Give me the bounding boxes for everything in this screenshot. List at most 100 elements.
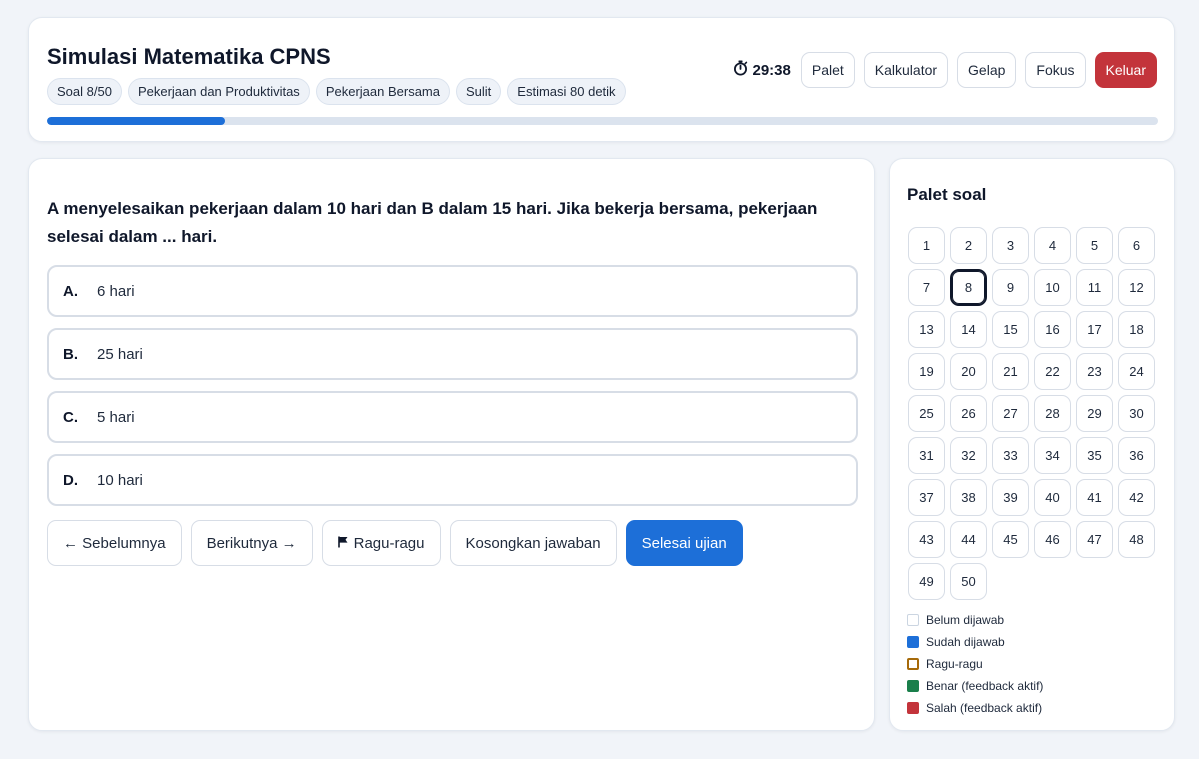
clear-answer-button[interactable]: Kosongkan jawaban: [449, 520, 617, 566]
question-navigation: ← Sebelumnya Berikutnya → Ragu-ragu Koso…: [47, 520, 743, 566]
timer-text: 29:38: [752, 61, 791, 79]
palette-question-button[interactable]: 7: [908, 269, 945, 306]
option-text: 5 hari: [97, 408, 135, 426]
calculator-button[interactable]: Kalkulator: [863, 52, 949, 88]
palette-question-button[interactable]: 26: [950, 395, 987, 432]
palette-question-button[interactable]: 16: [1034, 311, 1071, 348]
legend-swatch: [907, 680, 919, 692]
palette-question-button[interactable]: 49: [908, 563, 945, 600]
previous-button[interactable]: ← Sebelumnya: [47, 520, 182, 566]
palette-question-button[interactable]: 4: [1034, 227, 1071, 264]
palette-question-button[interactable]: 10: [1034, 269, 1071, 306]
palette-question-button[interactable]: 23: [1076, 353, 1113, 390]
doubt-button-label: Ragu-ragu: [353, 534, 425, 552]
palette-question-button[interactable]: 31: [908, 437, 945, 474]
topic-chip: Pekerjaan dan Produktivitas: [127, 78, 310, 105]
flag-icon: [337, 535, 348, 552]
palette-question-button[interactable]: 33: [992, 437, 1029, 474]
palette-question-button[interactable]: 44: [950, 521, 987, 558]
option-d[interactable]: D. 10 hari: [47, 454, 858, 506]
palette-question-button[interactable]: 37: [908, 479, 945, 516]
palette-question-button[interactable]: 36: [1118, 437, 1155, 474]
palette-grid: 1 2 3 4 5 6 7 8 9 10 11 12 13 14 15 16 17 18 19 20 21 22 23 24 2…: [908, 227, 1155, 600]
palette-question-button[interactable]: 24: [1118, 353, 1155, 390]
palette-question-button[interactable]: 45: [992, 521, 1029, 558]
palette-question-button[interactable]: 27: [992, 395, 1029, 432]
exit-button[interactable]: Keluar: [1094, 52, 1157, 88]
legend-swatch: [907, 658, 919, 670]
palette-question-button[interactable]: 35: [1076, 437, 1113, 474]
question-text: A menyelesaikan pekerjaan dalam 10 hari …: [47, 199, 818, 246]
palette-question-button[interactable]: 1: [908, 227, 945, 264]
palette-question-button[interactable]: 11: [1076, 269, 1113, 306]
progress-bar-fill: [47, 117, 225, 125]
palette-question-button[interactable]: 3: [992, 227, 1029, 264]
option-letter: C.: [63, 408, 78, 426]
option-text: 10 hari: [97, 471, 143, 489]
legend-label: Sudah dijawab: [926, 635, 1005, 649]
palette-question-button[interactable]: 21: [992, 353, 1029, 390]
palette-question-button[interactable]: 38: [950, 479, 987, 516]
legend-item: Salah (feedback aktif): [907, 697, 1043, 719]
palette-legend: Belum dijawab Sudah dijawab Ragu-ragu Benar…: [907, 609, 1043, 719]
palette-question-button[interactable]: 30: [1118, 395, 1155, 432]
time-estimate-chip: Estimasi 80 detik: [507, 78, 626, 105]
palette-question-button[interactable]: 9: [992, 269, 1029, 306]
header-actions: 29:38 Palet Kalkulator Gelap Fokus Kelua…: [733, 52, 1157, 88]
legend-label: Benar (feedback aktif): [926, 679, 1044, 693]
stopwatch-icon: [733, 60, 748, 81]
option-letter: D.: [63, 471, 78, 489]
exam-header: Simulasi Matematika CPNS Soal 8/50 Peker…: [28, 17, 1175, 142]
palette-question-button[interactable]: 2: [950, 227, 987, 264]
palette-question-button[interactable]: 28: [1034, 395, 1071, 432]
palette-question-button[interactable]: 17: [1076, 311, 1113, 348]
palette-question-button[interactable]: 41: [1076, 479, 1113, 516]
palette-question-button[interactable]: 32: [950, 437, 987, 474]
palette-question-button[interactable]: 25: [908, 395, 945, 432]
finish-exam-button[interactable]: Selesai ujian: [625, 520, 743, 566]
dark-mode-button[interactable]: Gelap: [957, 52, 1017, 88]
palette-question-button[interactable]: 47: [1076, 521, 1113, 558]
doubt-button[interactable]: Ragu-ragu: [321, 520, 441, 566]
legend-label: Salah (feedback aktif): [926, 701, 1043, 715]
palette-question-button[interactable]: 42: [1118, 479, 1155, 516]
option-a[interactable]: A. 6 hari: [47, 265, 858, 317]
palette-button[interactable]: Palet: [800, 52, 855, 88]
option-c[interactable]: C. 5 hari: [47, 391, 858, 443]
palette-question-button[interactable]: 8: [950, 269, 987, 306]
palette-question-button[interactable]: 48: [1118, 521, 1155, 558]
palette-question-button[interactable]: 19: [908, 353, 945, 390]
option-text: 6 hari: [97, 282, 135, 300]
palette-question-button[interactable]: 5: [1076, 227, 1113, 264]
palette-question-button[interactable]: 39: [992, 479, 1029, 516]
palette-question-button[interactable]: 15: [992, 311, 1029, 348]
option-text: 25 hari: [97, 345, 143, 363]
palette-question-button[interactable]: 22: [1034, 353, 1071, 390]
palette-question-button[interactable]: 46: [1034, 521, 1071, 558]
page-title: Simulasi Matematika CPNS: [47, 44, 331, 69]
timer: 29:38: [733, 60, 791, 81]
palette-question-button[interactable]: 14: [950, 311, 987, 348]
palette-question-button[interactable]: 43: [908, 521, 945, 558]
legend-item: Ragu-ragu: [907, 653, 1043, 675]
palette-title: Palet soal: [907, 185, 987, 204]
palette-question-button[interactable]: 12: [1118, 269, 1155, 306]
palette-question-button[interactable]: 18: [1118, 311, 1155, 348]
palette-question-button[interactable]: 6: [1118, 227, 1155, 264]
next-button[interactable]: Berikutnya →: [190, 520, 313, 566]
palette-question-button[interactable]: 40: [1034, 479, 1071, 516]
option-b[interactable]: B. 25 hari: [47, 328, 858, 380]
option-letter: A.: [63, 282, 78, 300]
progress-bar: [47, 117, 1158, 125]
palette-question-button[interactable]: 13: [908, 311, 945, 348]
question-counter-chip: Soal 8/50: [47, 78, 122, 105]
palette-question-button[interactable]: 50: [950, 563, 987, 600]
question-card: A menyelesaikan pekerjaan dalam 10 hari …: [28, 158, 875, 731]
palette-question-button[interactable]: 20: [950, 353, 987, 390]
question-meta-chips: Soal 8/50 Pekerjaan dan Produktivitas Pe…: [47, 78, 626, 105]
focus-mode-button[interactable]: Fokus: [1025, 52, 1086, 88]
legend-swatch: [907, 614, 919, 626]
palette-question-button[interactable]: 34: [1034, 437, 1071, 474]
legend-item: Sudah dijawab: [907, 631, 1043, 653]
palette-question-button[interactable]: 29: [1076, 395, 1113, 432]
